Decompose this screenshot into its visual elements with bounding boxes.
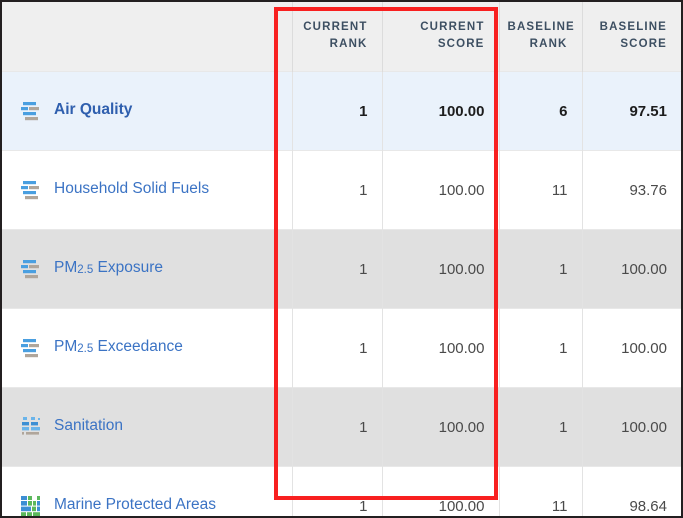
current-rank-cell: 1: [292, 229, 383, 309]
sanitation-network-icon: [22, 416, 40, 435]
indicator-name-subscript: 2.5: [77, 342, 94, 355]
indicator-name-cell: Household Solid Fuels: [2, 150, 293, 230]
column-header-current-score[interactable]: CURRENT SCORE: [382, 2, 500, 72]
table-row[interactable]: Sanitation 1 100.00 1 100.00: [2, 387, 681, 467]
indicator-name-main: PM: [54, 258, 78, 276]
indicator-name-rest: Exceedance: [93, 337, 183, 355]
baseline-rank-cell: 11: [499, 466, 583, 516]
baseline-rank-cell: 1: [499, 308, 583, 388]
current-score-cell: 100.00: [382, 387, 500, 467]
baseline-score-cell: 100.00: [582, 308, 681, 388]
column-header-current-rank[interactable]: CURRENT RANK: [292, 2, 383, 72]
indicator-name-subscript: 2.5: [77, 263, 94, 276]
indicator-name-label[interactable]: Household Solid Fuels: [54, 178, 209, 200]
current-score-cell: 100.00: [382, 71, 500, 151]
indicator-name-label[interactable]: PM2.5 Exposure: [54, 257, 163, 279]
baseline-rank-cell: 11: [499, 150, 583, 230]
baseline-score-cell: 100.00: [582, 229, 681, 309]
marine-blocks-icon: [21, 495, 40, 516]
current-rank-cell: 1: [292, 387, 383, 467]
bar-chart-horizontal-icon: [21, 101, 39, 120]
indicator-name-main: PM: [54, 337, 78, 355]
current-rank-cell: 1: [292, 466, 383, 516]
indicator-name-label[interactable]: Air Quality: [54, 99, 132, 121]
current-rank-cell: 1: [292, 71, 383, 151]
indicator-name-cell: PM2.5 Exceedance: [2, 308, 293, 388]
baseline-rank-cell: 1: [499, 229, 583, 309]
table-body: Air Quality 1 100.00 6 97.51 Household S…: [2, 71, 681, 516]
indicator-table: CURRENT RANK CURRENT SCORE BASELINE RANK…: [2, 2, 681, 516]
current-rank-cell: 1: [292, 150, 383, 230]
baseline-rank-cell: 1: [499, 387, 583, 467]
baseline-score-cell: 98.64: [582, 466, 681, 516]
current-score-cell: 100.00: [382, 308, 500, 388]
indicator-name-rest: Exposure: [93, 258, 164, 276]
indicator-name-cell: Sanitation: [2, 387, 293, 467]
column-header-name: [2, 2, 293, 72]
table-row[interactable]: PM2.5 Exceedance 1 100.00 1 100.00: [2, 308, 681, 388]
bar-chart-horizontal-icon: [21, 338, 39, 357]
baseline-score-cell: 93.76: [582, 150, 681, 230]
indicator-name-label[interactable]: PM2.5 Exceedance: [54, 336, 183, 358]
table-header: CURRENT RANK CURRENT SCORE BASELINE RANK…: [2, 2, 681, 72]
indicator-table-screenshot: CURRENT RANK CURRENT SCORE BASELINE RANK…: [0, 0, 683, 518]
current-score-cell: 100.00: [382, 466, 500, 516]
indicator-name-cell: Air Quality: [2, 71, 293, 151]
baseline-rank-cell: 6: [499, 71, 583, 151]
bar-chart-horizontal-icon: [21, 180, 39, 199]
current-score-cell: 100.00: [382, 229, 500, 309]
table-row[interactable]: Household Solid Fuels 1 100.00 11 93.76: [2, 150, 681, 230]
table-row[interactable]: PM2.5 Exposure 1 100.00 1 100.00: [2, 229, 681, 309]
current-rank-cell: 1: [292, 308, 383, 388]
table-row[interactable]: Air Quality 1 100.00 6 97.51: [2, 71, 681, 151]
indicator-name-cell: Marine Protected Areas: [2, 466, 293, 516]
column-header-baseline-score[interactable]: BASELINE SCORE: [582, 2, 681, 72]
indicator-name-label[interactable]: Marine Protected Areas: [54, 494, 216, 516]
baseline-score-cell: 100.00: [582, 387, 681, 467]
indicator-name-cell: PM2.5 Exposure: [2, 229, 293, 309]
current-score-cell: 100.00: [382, 150, 500, 230]
baseline-score-cell: 97.51: [582, 71, 681, 151]
indicator-name-label[interactable]: Sanitation: [54, 415, 123, 437]
table-row[interactable]: Marine Protected Areas 1 100.00 11 98.64: [2, 466, 681, 516]
table-header-row: CURRENT RANK CURRENT SCORE BASELINE RANK…: [2, 2, 681, 72]
bar-chart-horizontal-icon: [21, 259, 39, 278]
column-header-baseline-rank[interactable]: BASELINE RANK: [499, 2, 583, 72]
